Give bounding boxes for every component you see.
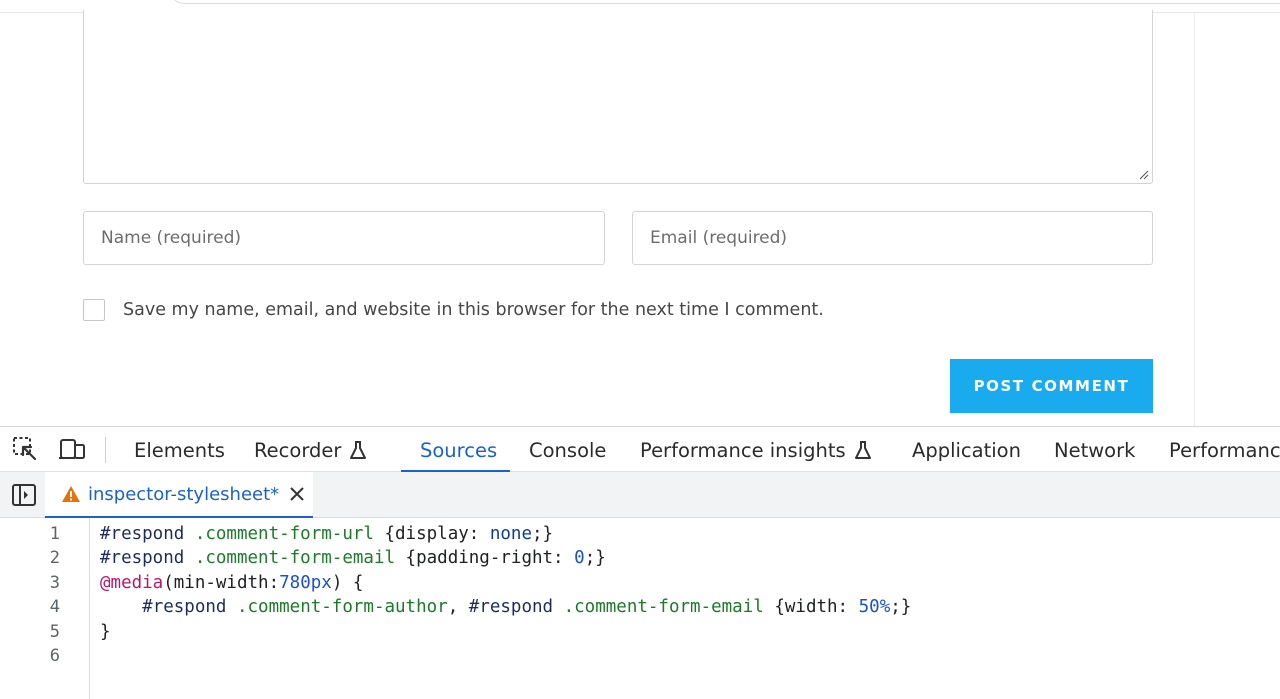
code-token: {width: (763, 597, 859, 618)
email-placeholder: Email (required) (650, 228, 788, 248)
tab-application-label: Application (912, 438, 1021, 462)
code-token: #respond (100, 524, 195, 544)
code-token: } (100, 621, 111, 642)
code-token: (min-width: (163, 572, 280, 593)
code-token: 780px (279, 572, 332, 593)
line-number: 3 (49, 572, 60, 593)
show-navigator-icon[interactable] (10, 481, 38, 509)
code-editor[interactable]: 1 2 3 4 5 6 #respond .comment-form-url {displ… (0, 518, 1280, 699)
file-tab-name: inspector-stylesheet* (88, 483, 280, 505)
code-token: #respond (468, 597, 564, 618)
code-line[interactable]: #respond .comment-form-author, #respond … (100, 597, 911, 617)
device-toolbar-icon[interactable] (58, 435, 86, 463)
save-info-label[interactable]: Save my name, email, and website in this… (123, 300, 824, 320)
web-page: Name (required) Email (required) Save my… (0, 0, 1280, 426)
resize-grip-icon[interactable] (1139, 170, 1149, 180)
code-token: 50% (858, 597, 891, 618)
code-token: none (489, 524, 533, 544)
code-token: ;} (890, 597, 912, 618)
tab-performance-label: Performance (1169, 438, 1280, 462)
tab-elements-label: Elements (134, 438, 225, 462)
tab-network-label: Network (1054, 438, 1136, 462)
name-placeholder: Name (required) (101, 228, 242, 248)
line-number-gutter: 1 2 3 4 5 6 (0, 518, 90, 699)
line-number: 4 (49, 597, 60, 618)
code-token: #respond (142, 597, 237, 618)
post-comment-button[interactable]: POST COMMENT (950, 359, 1153, 413)
line-number: 6 (49, 646, 60, 666)
code-token: .comment-form-email (563, 597, 764, 618)
sources-file-tab-bar: inspector-stylesheet* (0, 472, 1280, 518)
tab-console[interactable]: Console (529, 427, 606, 473)
code-line[interactable]: #respond .comment-form-email {padding-ri… (100, 548, 606, 568)
select-element-icon[interactable] (11, 435, 39, 463)
code-line[interactable]: #respond .comment-form-url {display: non… (100, 524, 553, 544)
code-line[interactable]: @media(min-width:780px) { (100, 573, 363, 593)
line-number: 2 (49, 548, 60, 569)
tab-recorder[interactable]: Recorder (254, 427, 367, 473)
tab-performance-insights-label: Performance insights (640, 438, 846, 462)
code-line[interactable]: } (100, 622, 111, 642)
file-tab-inspector-stylesheet[interactable]: inspector-stylesheet* (45, 472, 313, 518)
code-token: @media (100, 572, 164, 593)
code-token: ) { (331, 572, 364, 593)
save-info-checkbox[interactable] (83, 299, 105, 321)
name-field[interactable]: Name (required) (83, 211, 605, 265)
flask-icon (349, 440, 367, 460)
browser-top-edge (170, 0, 1280, 4)
devtools-tab-bar: Elements Recorder Sources Console Perfor… (0, 426, 1280, 473)
warning-icon (61, 485, 81, 503)
tab-performance-insights[interactable]: Performance insights (640, 427, 872, 473)
code-token: #respond (100, 548, 195, 569)
devtools-panel: Elements Recorder Sources Console Perfor… (0, 426, 1280, 699)
toolbar-separator (105, 437, 106, 463)
tab-recorder-label: Recorder (254, 438, 342, 462)
line-number: 1 (49, 524, 60, 544)
tab-performance[interactable]: Performance (1169, 427, 1280, 473)
code-token: {display: (373, 524, 490, 544)
tab-elements[interactable]: Elements (134, 427, 225, 473)
tab-network[interactable]: Network (1054, 427, 1135, 473)
comment-textarea[interactable] (83, 10, 1153, 184)
flask-icon (854, 440, 872, 460)
tab-sources-label: Sources (420, 438, 498, 462)
code-token: .comment-form-url (194, 524, 374, 544)
code-token: ;} (532, 524, 554, 544)
code-token: .comment-form-email (194, 548, 396, 569)
code-token: {padding-right: (395, 548, 575, 569)
content-right-border (1194, 12, 1195, 426)
email-field[interactable]: Email (required) (632, 211, 1153, 265)
save-info-row: Save my name, email, and website in this… (83, 298, 824, 322)
tab-application[interactable]: Application (912, 427, 1021, 473)
code-token: 0 (574, 548, 585, 569)
tab-sources[interactable]: Sources (420, 427, 497, 473)
line-number: 5 (49, 621, 60, 642)
code-token: ;} (584, 548, 606, 569)
close-icon[interactable] (289, 486, 305, 502)
code-token: .comment-form-author (236, 597, 448, 618)
code-token: , (447, 597, 469, 618)
tab-console-label: Console (529, 438, 607, 462)
